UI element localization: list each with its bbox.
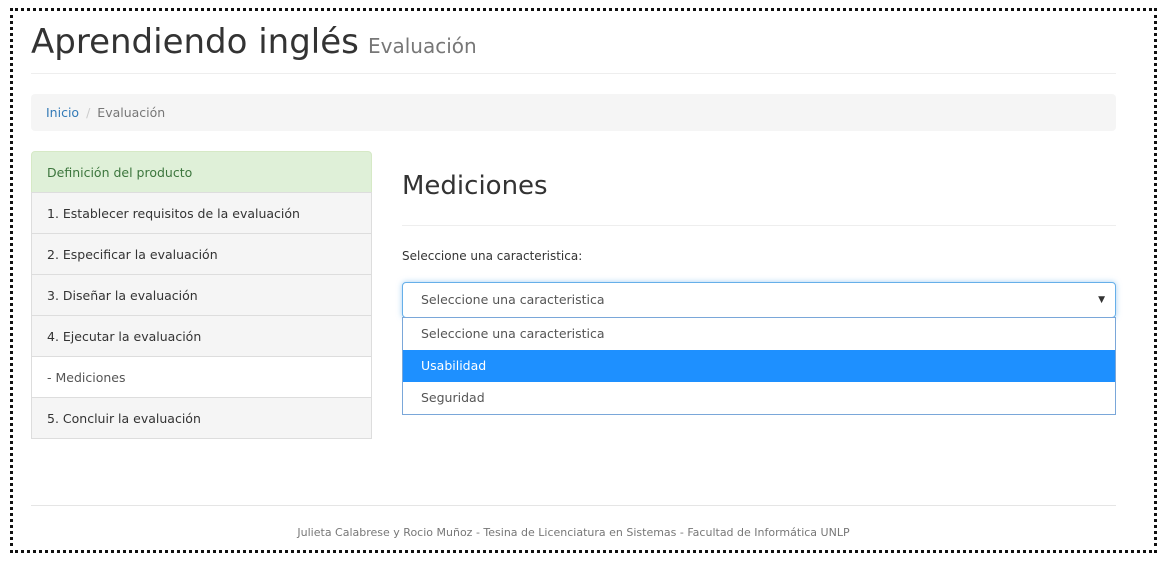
characteristic-dropdown: Seleccione una caracteristica Usabilidad… [402, 317, 1116, 415]
characteristic-select[interactable]: Seleccione una caracteristica ▼ [402, 282, 1116, 318]
sidebar-item-measurements[interactable]: - Mediciones [31, 356, 372, 398]
sidebar-item-design-evaluation[interactable]: 3. Diseñar la evaluación [31, 274, 372, 316]
characteristic-label: Seleccione una caracteristica: [402, 249, 583, 263]
option-security[interactable]: Seguridad [403, 382, 1115, 414]
page-header: Aprendiendo inglés Evaluación [31, 22, 477, 62]
caret-down-icon: ▼ [1098, 295, 1105, 305]
sidebar-item-execute-evaluation[interactable]: 4. Ejecutar la evaluación [31, 315, 372, 357]
sidebar-item-specify-evaluation[interactable]: 2. Especificar la evaluación [31, 233, 372, 275]
footer-text: Julieta Calabrese y Rocio Muñoz - Tesina… [297, 526, 850, 539]
section-divider [402, 225, 1116, 226]
sidebar: Definición del producto 1. Establecer re… [31, 151, 372, 439]
page-title: Aprendiendo inglés [31, 22, 359, 62]
breadcrumb-separator: / [86, 105, 91, 120]
breadcrumb-home-link[interactable]: Inicio [46, 105, 79, 120]
option-usability[interactable]: Usabilidad [403, 350, 1115, 382]
characteristic-select-value: Seleccione una caracteristica [421, 292, 605, 307]
breadcrumb-current: Evaluación [97, 105, 166, 120]
footer-divider [31, 505, 1116, 506]
sidebar-item-conclude-evaluation[interactable]: 5. Concluir la evaluación [31, 397, 372, 439]
option-placeholder[interactable]: Seleccione una caracteristica [403, 318, 1115, 350]
sidebar-item-product-definition[interactable]: Definición del producto [31, 151, 372, 193]
page-subtitle: Evaluación [367, 34, 477, 58]
page: Aprendiendo inglés Evaluación Inicio / Eva… [31, 0, 1116, 567]
header-divider [31, 73, 1116, 74]
breadcrumb: Inicio / Evaluación [31, 94, 1116, 131]
sidebar-item-establish-requirements[interactable]: 1. Establecer requisitos de la evaluació… [31, 192, 372, 234]
section-title: Mediciones [402, 171, 548, 201]
